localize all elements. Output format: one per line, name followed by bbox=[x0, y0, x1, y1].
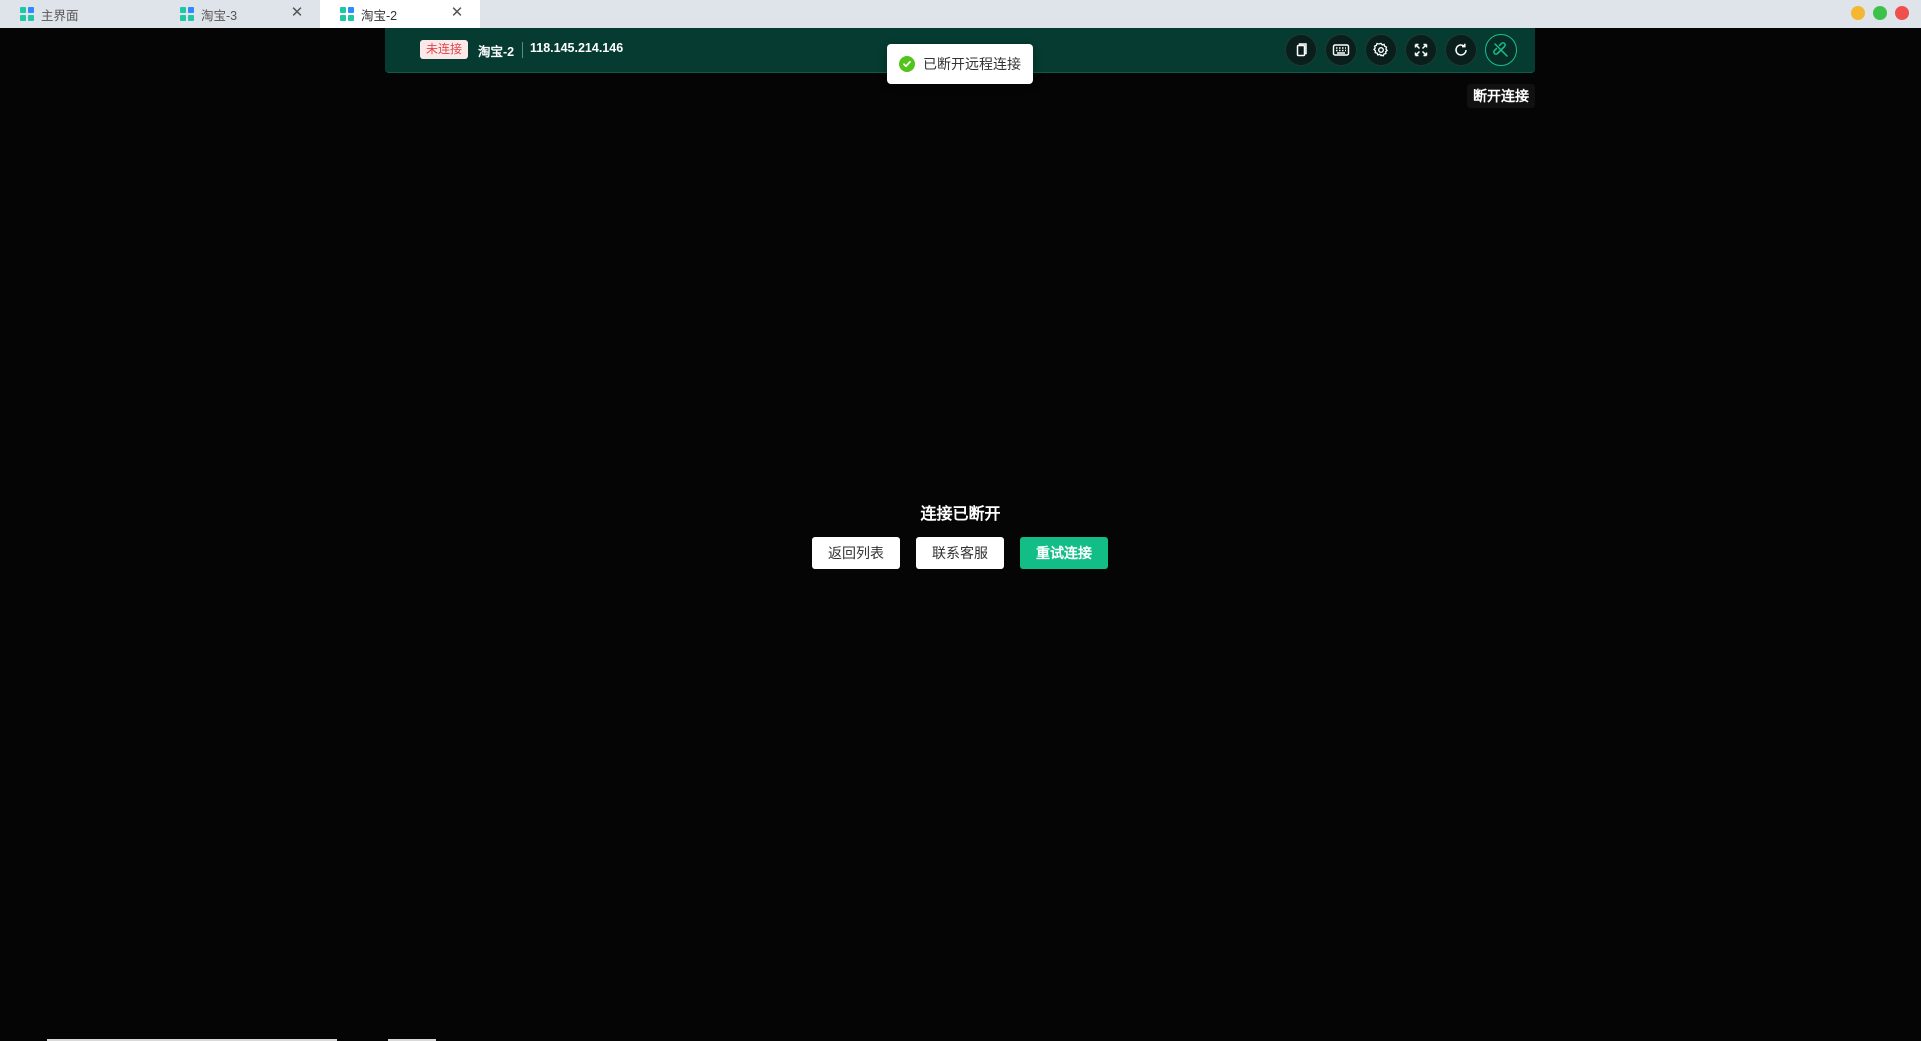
grid-icon bbox=[180, 7, 194, 21]
disconnected-title: 连接已断开 bbox=[920, 506, 1001, 523]
grid-icon bbox=[20, 7, 34, 21]
minimize-button[interactable] bbox=[1851, 6, 1865, 20]
toast-text: 已断开远程连接 bbox=[923, 56, 1021, 72]
contact-support-button[interactable]: 联系客服 bbox=[916, 537, 1004, 569]
tab-label: 淘宝-2 bbox=[361, 8, 398, 23]
tab-taobao-3[interactable]: 淘宝-3 ✕ bbox=[160, 0, 320, 28]
tab-bar: 主界面 淘宝-3 ✕ 淘宝-2 ✕ bbox=[0, 0, 1921, 28]
tab-taobao-2[interactable]: 淘宝-2 ✕ bbox=[320, 0, 480, 28]
copy-icon bbox=[1296, 43, 1307, 57]
toast-message: 已断开远程连接 bbox=[887, 44, 1033, 84]
check-circle-icon bbox=[899, 56, 915, 72]
fullscreen-button[interactable] bbox=[1405, 34, 1437, 66]
close-icon[interactable]: ✕ bbox=[448, 4, 466, 22]
settings-button[interactable] bbox=[1365, 34, 1397, 66]
keyboard-icon bbox=[1332, 44, 1350, 56]
keyboard-button[interactable] bbox=[1325, 34, 1357, 66]
maximize-button[interactable] bbox=[1873, 6, 1887, 20]
window-controls bbox=[1851, 6, 1909, 20]
grid-icon bbox=[340, 7, 354, 21]
device-name: 淘宝-2 bbox=[478, 45, 515, 59]
divider bbox=[522, 42, 523, 58]
disconnect-button[interactable] bbox=[1485, 34, 1517, 66]
tab-label: 主界面 bbox=[41, 8, 79, 23]
disconnect-tooltip: 断开连接 bbox=[1467, 84, 1535, 108]
status-badge: 未连接 bbox=[420, 40, 469, 59]
tab-label: 淘宝-3 bbox=[201, 8, 238, 23]
close-icon[interactable]: ✕ bbox=[288, 4, 306, 22]
fullscreen-icon bbox=[1414, 43, 1428, 57]
device-ip: 118.145.214.146 bbox=[530, 41, 624, 55]
retry-connect-button[interactable]: 重试连接 bbox=[1020, 537, 1108, 569]
gear-icon bbox=[1373, 42, 1389, 57]
copy-button[interactable] bbox=[1285, 34, 1317, 66]
tab-main[interactable]: 主界面 bbox=[0, 0, 160, 28]
close-button[interactable] bbox=[1895, 6, 1909, 20]
refresh-button[interactable] bbox=[1445, 34, 1477, 66]
refresh-icon bbox=[1455, 43, 1467, 56]
disconnect-icon bbox=[1493, 42, 1508, 57]
back-to-list-button[interactable]: 返回列表 bbox=[812, 537, 900, 569]
